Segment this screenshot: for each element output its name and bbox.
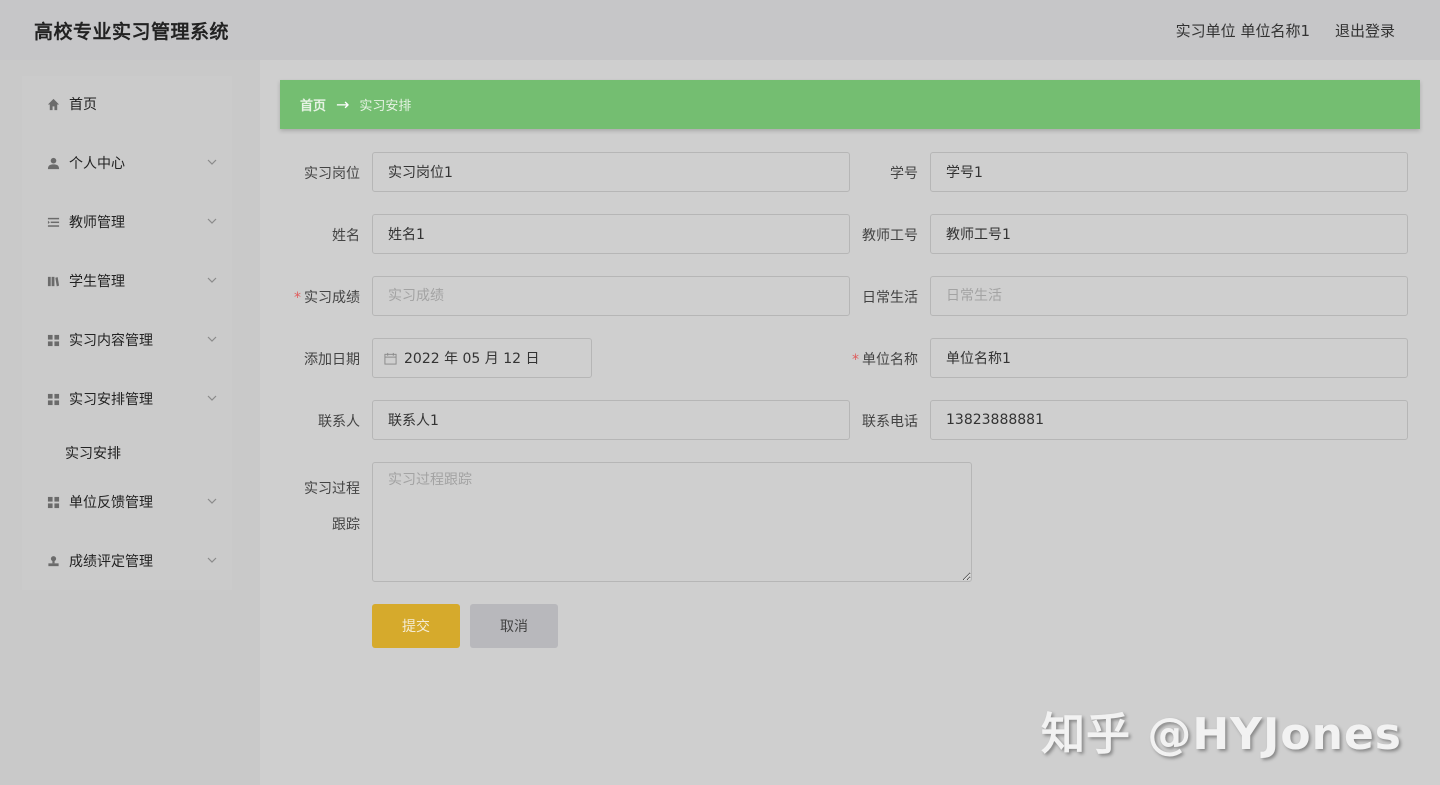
sidebar-item-label: 单位反馈管理 (69, 495, 153, 511)
unit-name-label-text: 单位名称 (862, 352, 918, 368)
sidebar-item-label: 实习内容管理 (69, 333, 153, 349)
sidebar-item-grade-evaluation[interactable]: 成绩评定管理 (22, 541, 232, 581)
name-input[interactable] (372, 214, 850, 254)
user-icon (46, 156, 60, 170)
sidebar-item-label: 个人中心 (69, 156, 125, 172)
list-icon (46, 215, 60, 229)
teacher-no-input[interactable] (930, 214, 1408, 254)
sidebar-item-label: 实习安排管理 (69, 392, 153, 408)
sidebar-item-student-management[interactable]: 学生管理 (22, 261, 232, 301)
sidebar-item-unit-feedback[interactable]: 单位反馈管理 (22, 482, 232, 522)
sidebar-item-label: 成绩评定管理 (69, 554, 153, 570)
sidebar-subitem-internship-arrangement[interactable]: 实习安排 (65, 443, 121, 463)
app-title: 高校专业实习管理系统 (34, 20, 230, 43)
sidebar-area: 首页 个人中心 教师管理 学生管理 实习内容管理 实习安排管理 实习安排 单位反… (0, 60, 260, 785)
tracking-textarea[interactable] (372, 462, 972, 582)
name-label: 姓名 (332, 228, 360, 244)
sidebar-item-label: 首页 (69, 97, 97, 113)
required-mark: * (294, 290, 301, 306)
books-icon (46, 274, 60, 288)
watermark: 知乎 @HYJones (1041, 709, 1402, 760)
top-right: 实习单位 单位名称1 退出登录 (1176, 20, 1395, 41)
grade-label: * 实习成绩 (280, 287, 360, 307)
chevron-down-icon (207, 336, 217, 342)
top-bar: 高校专业实习管理系统 实习单位 单位名称1 退出登录 (0, 0, 1440, 60)
tracking-label-line2: 跟踪 (332, 517, 360, 533)
arrow-right-icon: → (336, 95, 350, 114)
chevron-down-icon (207, 557, 217, 563)
home-icon (46, 97, 60, 111)
chevron-down-icon (207, 277, 217, 283)
logout-link[interactable]: 退出登录 (1335, 20, 1395, 41)
stamp-icon (46, 554, 60, 568)
sidebar: 首页 个人中心 教师管理 学生管理 实习内容管理 实习安排管理 实习安排 单位反… (22, 76, 232, 590)
calendar-icon (384, 352, 397, 365)
sidebar-item-home[interactable]: 首页 (22, 84, 232, 124)
tracking-label: 实习过程 跟踪 (280, 471, 360, 543)
add-date-label: 添加日期 (304, 352, 360, 368)
cancel-button[interactable]: 取消 (470, 604, 558, 648)
add-date-picker[interactable]: 2022 年 05 月 12 日 (372, 338, 592, 378)
sidebar-item-label: 学生管理 (69, 274, 125, 290)
breadcrumb: 首页 → 实习安排 (280, 80, 1420, 129)
phone-label: 联系电话 (862, 414, 918, 430)
tracking-label-line1: 实习过程 (304, 481, 360, 497)
grid-icon (46, 333, 60, 347)
sidebar-item-teacher-management[interactable]: 教师管理 (22, 202, 232, 242)
teacher-no-label: 教师工号 (862, 228, 918, 244)
required-mark: * (852, 352, 859, 368)
daily-life-label: 日常生活 (862, 290, 918, 306)
grid-icon (46, 392, 60, 406)
sidebar-item-internship-content[interactable]: 实习内容管理 (22, 320, 232, 360)
unit-name-label: * 单位名称 (838, 349, 918, 369)
position-label: 实习岗位 (304, 166, 360, 182)
unit-name-input[interactable] (930, 338, 1408, 378)
position-input[interactable] (372, 152, 850, 192)
sidebar-item-label: 教师管理 (69, 215, 125, 231)
sidebar-item-internship-arrangement[interactable]: 实习安排管理 (22, 379, 232, 419)
chevron-down-icon (207, 395, 217, 401)
submit-button[interactable]: 提交 (372, 604, 460, 648)
sidebar-item-personal-center[interactable]: 个人中心 (22, 143, 232, 183)
grade-label-text: 实习成绩 (304, 290, 360, 306)
chevron-down-icon (207, 218, 217, 224)
chevron-down-icon (207, 498, 217, 504)
student-no-label: 学号 (890, 166, 918, 182)
grid-icon (46, 495, 60, 509)
phone-input[interactable] (930, 400, 1408, 440)
contact-label: 联系人 (318, 414, 360, 430)
chevron-down-icon (207, 159, 217, 165)
grade-input[interactable] (372, 276, 850, 316)
breadcrumb-current: 实习安排 (359, 99, 412, 114)
daily-life-input[interactable] (930, 276, 1408, 316)
add-date-value: 2022 年 05 月 12 日 (404, 351, 540, 367)
student-no-input[interactable] (930, 152, 1408, 192)
contact-input[interactable] (372, 400, 850, 440)
current-user: 实习单位 单位名称1 (1175, 21, 1310, 40)
breadcrumb-home[interactable]: 首页 (300, 95, 326, 114)
